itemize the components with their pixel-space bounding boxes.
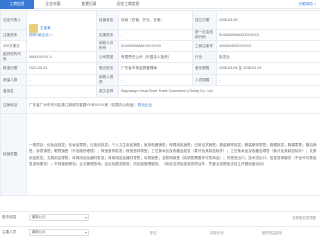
reg-authority-value: 广东省市场监督管理局	[118, 62, 193, 75]
member-label: 主要人员	[2, 230, 17, 234]
scope-value: 一般项目：化妆品批发；化妆品零售；日用品批发；个人卫生用品销售；家用电器销售；母…	[26, 113, 320, 196]
credit-code-value: 91440000MA4XXXXXXX	[216, 29, 320, 41]
shareholder-select[interactable]: 最新公示 ▾	[29, 214, 89, 221]
company-type-value: 有限责任公司（外国法人独资）	[118, 51, 193, 63]
member-col-share: 持股比例	[210, 231, 224, 235]
paid-capital-label: 实缴资本	[96, 29, 119, 41]
reg-address-label: 注册地址	[0, 97, 27, 114]
reg-address-value: 广东省广州市天河区珠江新城华夏路XX号XXXX房（仅限办公用途）	[29, 103, 137, 107]
member-row: 主要人员 最新公示 ▾ 职位 持股比例 最终受益股份	[0, 226, 320, 238]
approval-date-value: 2021-05-24	[26, 62, 97, 75]
credit-code-label: 统一社会信用代码	[192, 29, 217, 41]
status-value: 存续（在营、开业、在册）	[118, 10, 193, 30]
tab-history-info[interactable]: 历史工商信息	[108, 0, 148, 9]
term-value: 2008-03-05 至 2038-03-04	[216, 62, 320, 75]
insured-label: 参保人数	[0, 74, 27, 86]
english-name-value: Wayxiaoyu Youzi Drive Trade Commerce (Ch…	[118, 85, 320, 98]
taxpayer-type-value: -	[118, 74, 193, 86]
legal-rep-name[interactable]: 王某某	[40, 26, 51, 31]
status-label: 经营状态	[96, 10, 119, 30]
avatar	[29, 24, 38, 33]
chevron-down-icon: ▾	[84, 215, 87, 220]
reg-address-cell: 广东省广州市天河区珠江新城华夏路XX号XXXX房（仅限办公用途） 附近企业	[26, 97, 320, 114]
reg-authority-label: 登记机关	[96, 62, 119, 75]
tab-bar: 工商信息 企业年报 变更记录 历史工商信息 天眼风险 >	[0, 0, 320, 9]
approval-date-label: 核准日期	[0, 62, 27, 75]
staff-value: -	[216, 74, 320, 86]
taxpayer-type-label: 纳税人资质	[96, 74, 119, 86]
industry-label: 行业	[192, 51, 217, 63]
former-name-value: -	[26, 85, 97, 98]
tab-change-records[interactable]: 变更记录	[72, 0, 106, 9]
shareholder-select-value: 最新公示	[32, 215, 46, 219]
taxpayer-id-value: 91440000MA4XXXXXXX	[118, 40, 193, 52]
shareholder-row: 股东信息 最新公示 ▾ 查看股权穿透图	[0, 212, 320, 224]
business-info-table: 法定代表人 王某某 他有1家企业 > 经营状态 存续（在营、开业、在册） 成立日…	[0, 10, 320, 196]
member-select-value: 最新公示	[32, 230, 46, 234]
footer-section: 股东信息 最新公示 ▾ 查看股权穿透图 主要人员 最新公示 ▾ 职位 持股比例 …	[0, 211, 320, 240]
paid-capital-value: -	[118, 29, 193, 41]
reg-no-label: 工商注册号	[192, 40, 217, 52]
member-col-position: 职位	[150, 231, 157, 235]
org-code-label: 组织机构代码	[0, 51, 27, 63]
legal-rep-cell: 王某某 他有1家企业 >	[26, 10, 97, 52]
former-name-label: 曾用名	[0, 85, 27, 98]
insured-value: -	[26, 74, 97, 86]
nearby-companies-link[interactable]: 附近企业	[138, 103, 152, 107]
chevron-down-icon: ▾	[84, 230, 87, 235]
member-col-beneficial: 最终受益股份	[262, 231, 283, 235]
member-select[interactable]: 最新公示 ▾	[29, 229, 89, 236]
reg-capital-label: 注册资本	[0, 29, 27, 41]
org-code-value: MA4XXXXX-X	[26, 51, 97, 63]
english-name-label: 英文名称	[96, 85, 119, 98]
legal-rep-action[interactable]: 他有1家企业 >	[29, 33, 94, 38]
established-label: 成立日期	[192, 10, 217, 30]
legal-rep-label: 法定代表人	[0, 10, 27, 30]
staff-label: 人员规模	[192, 74, 217, 86]
scope-label: 经营范围	[0, 113, 27, 196]
shareholder-label: 股东信息	[2, 215, 17, 219]
term-label: 营业期限	[192, 62, 217, 75]
equity-chart-link[interactable]: 查看股权穿透图	[292, 215, 316, 220]
taxpayer-id-label: 纳税人识别号	[96, 40, 119, 52]
risk-link[interactable]: 天眼风险 >	[299, 0, 316, 9]
established-value: 2008-03-05	[216, 10, 320, 30]
tab-business-info[interactable]: 工商信息	[0, 0, 34, 9]
reg-no-value: 440000400XXXXXX	[216, 40, 320, 52]
reg-capital-value: 200万美元	[0, 40, 27, 52]
company-type-label: 公司类型	[96, 51, 119, 63]
tab-annual-report[interactable]: 企业年报	[36, 0, 70, 9]
industry-value: 批发业	[216, 51, 320, 63]
